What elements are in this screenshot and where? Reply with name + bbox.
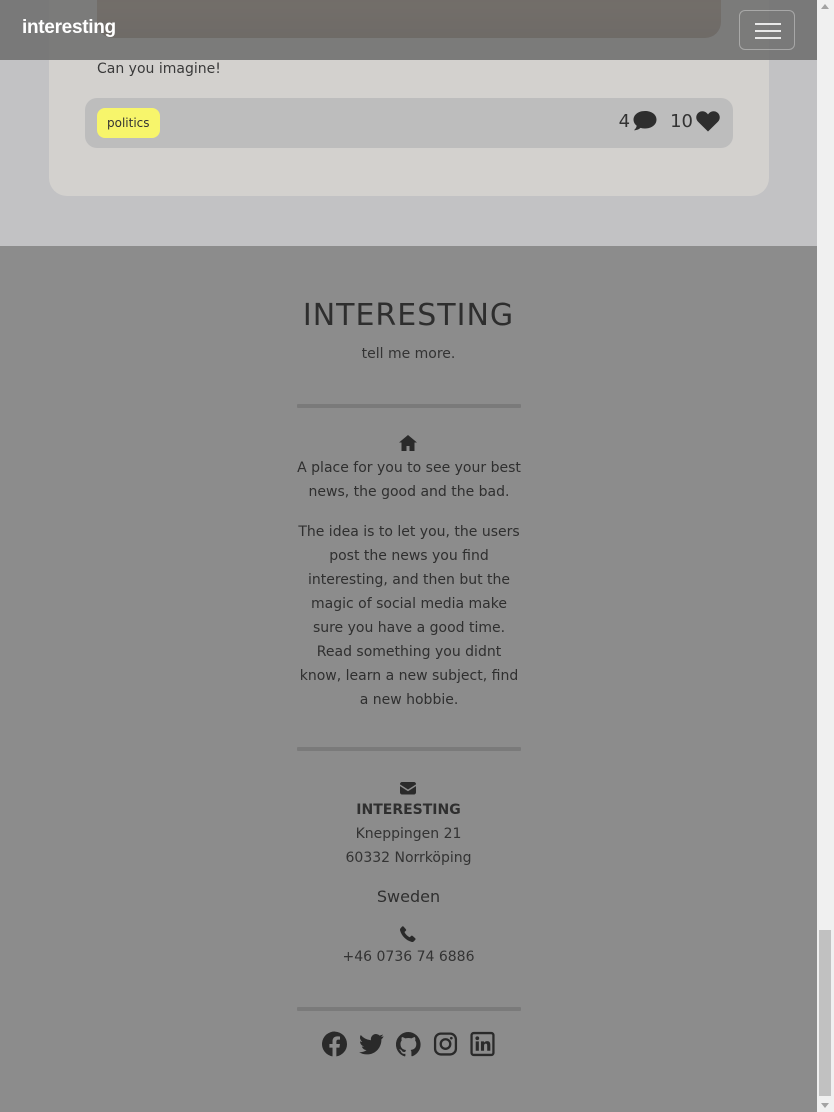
footer: INTERESTING tell me more. A place for yo… [0,246,817,1112]
like-stat[interactable]: 10 [670,109,721,133]
envelope-icon [400,782,416,795]
post-caption: Can you imagine! [97,61,221,77]
github-icon[interactable] [395,1031,421,1057]
heart-icon [696,111,720,132]
page: Can you imagine! politics 4 10 interesti… [0,0,817,1112]
navbar: interesting [0,0,817,60]
twitter-icon[interactable] [359,1031,384,1057]
vertical-scrollbar[interactable] [817,0,834,1112]
brand-logo[interactable]: interesting [22,17,116,39]
scrollbar-thumb[interactable] [819,930,831,1096]
facebook-icon[interactable] [322,1031,348,1057]
about-paragraph-2: The idea is to let you, the users post t… [298,524,520,708]
comment-count: 4 [618,110,631,132]
phone-icon [400,926,416,943]
contact-company: INTERESTING [356,802,461,818]
contact-city: 60332 Norrköping [345,850,472,866]
contact-street: Kneppingen 21 [355,826,462,842]
hamburger-menu-icon[interactable] [739,10,795,50]
tag-badge[interactable]: politics [97,108,160,138]
comment-stat[interactable]: 4 [619,110,658,132]
post-stats: 4 10 [619,109,721,133]
divider [297,404,521,408]
home-icon [399,435,417,451]
scroll-up-arrow-icon[interactable] [821,4,829,9]
contact-phone[interactable]: +46 0736 74 6886 [0,949,817,965]
footer-tagline: tell me more. [361,346,456,362]
scroll-down-arrow-icon[interactable] [821,1103,829,1108]
social-links [0,1031,817,1057]
like-count: 10 [670,110,693,132]
linkedin-icon[interactable] [470,1031,495,1057]
divider [297,747,521,751]
comment-icon [633,111,657,131]
post-footer: politics 4 10 [85,98,733,148]
footer-title: INTERESTING [302,298,515,333]
divider [297,1007,521,1011]
instagram-icon[interactable] [433,1031,458,1057]
about-paragraph-1: A place for you to see your best news, t… [297,460,521,500]
contact-country: Sweden [376,887,441,906]
